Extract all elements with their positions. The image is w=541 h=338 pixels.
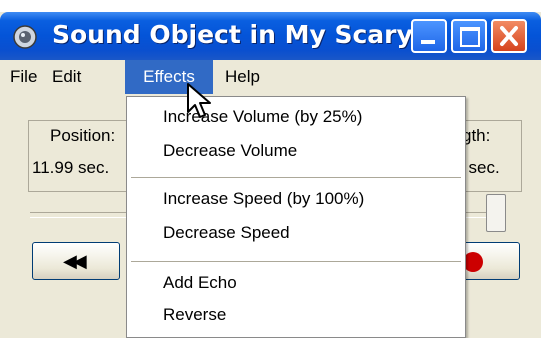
menu-file[interactable]: File <box>10 60 37 94</box>
mouse-pointer-icon <box>187 83 211 118</box>
length-label: gth: <box>462 126 491 145</box>
effects-dropdown-menu: Increase Volume (by 25%) Decrease Volume… <box>126 96 466 338</box>
rewind-button[interactable]: ◀◀ <box>32 242 120 280</box>
menu-item-decrease-speed[interactable]: Decrease Speed <box>163 223 290 243</box>
menu-bar: File Edit Effects Help <box>0 60 541 94</box>
position-label: Position: <box>50 126 116 145</box>
menu-item-add-echo[interactable]: Add Echo <box>163 273 237 293</box>
menu-separator <box>131 177 461 178</box>
title-bar[interactable]: Sound Object in My Scary... <box>0 12 541 60</box>
background-window-strip <box>0 0 541 12</box>
minimize-button[interactable] <box>411 19 447 53</box>
maximize-button[interactable] <box>451 19 487 53</box>
menu-item-decrease-volume[interactable]: Decrease Volume <box>163 141 297 161</box>
window-title: Sound Object in My Scary... <box>52 20 439 49</box>
position-slider-thumb[interactable] <box>486 194 506 232</box>
menu-help[interactable]: Help <box>225 60 260 94</box>
position-value: 11.99 sec. <box>32 158 110 177</box>
position-slider-track[interactable] <box>30 212 130 218</box>
menu-edit[interactable]: Edit <box>52 60 81 94</box>
menu-item-increase-speed[interactable]: Increase Speed (by 100%) <box>163 189 364 209</box>
close-button[interactable] <box>491 19 527 53</box>
rewind-icon: ◀◀ <box>63 251 87 271</box>
menu-item-reverse[interactable]: Reverse <box>163 305 226 325</box>
close-icon <box>500 26 518 46</box>
menu-separator <box>131 261 461 262</box>
speaker-app-icon[interactable] <box>12 24 38 50</box>
